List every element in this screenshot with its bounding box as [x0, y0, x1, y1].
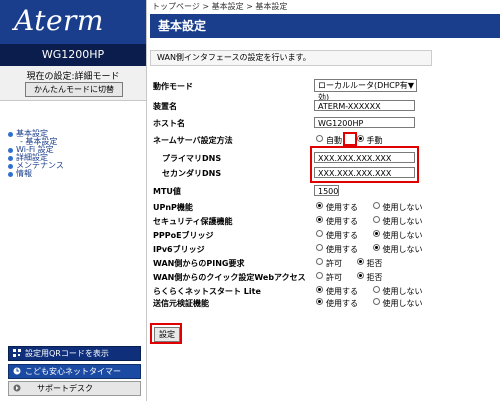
- pppoe-disable-radio[interactable]: 使用しない: [372, 230, 423, 241]
- ipv6-disable-radio[interactable]: 使用しない: [372, 244, 423, 255]
- show-qr-code-button[interactable]: 設定用QRコードを表示: [8, 346, 141, 361]
- page-title: 基本設定: [150, 14, 500, 38]
- wan-ping-deny-radio[interactable]: 拒否: [356, 258, 383, 269]
- primary-dns-label: プライマリDNS: [162, 154, 222, 163]
- wan-web-access-radios: 許可 拒否: [316, 272, 395, 283]
- operation-mode-label: 動作モード: [153, 82, 193, 91]
- logo-text: Aterm: [14, 4, 104, 37]
- dns-manual-radio[interactable]: 手動: [356, 135, 383, 146]
- qr-button-label: 設定用QRコードを表示: [25, 349, 109, 358]
- nav-info[interactable]: 情報: [8, 170, 64, 178]
- current-mode-label: 現在の設定:詳細モード: [26, 72, 120, 82]
- security-disable-radio[interactable]: 使用しない: [372, 216, 423, 227]
- upnp-enable-radio[interactable]: 使用する: [316, 202, 358, 213]
- source-verify-label: 送信元検証機能: [153, 299, 209, 308]
- clock-icon: [13, 367, 21, 375]
- ipv6-bridge-radios: 使用する 使用しない: [316, 244, 435, 255]
- page-description: WAN側インタフェースの設定を行います。: [150, 50, 432, 66]
- wan-ping-allow-radio[interactable]: 許可: [316, 258, 342, 269]
- ipv6-enable-radio[interactable]: 使用する: [316, 244, 358, 255]
- wan-ping-label: WAN側からのPING要求: [153, 259, 245, 268]
- mtu-field[interactable]: 1500: [314, 185, 339, 196]
- operation-mode-select[interactable]: ローカルルータ(DHCP有効) ▼: [314, 79, 417, 102]
- wan-web-allow-radio[interactable]: 許可: [316, 272, 342, 283]
- breadcrumb[interactable]: トップページ > 基本設定 > 基本設定: [152, 1, 287, 12]
- host-name-label: ホスト名: [153, 119, 185, 128]
- bullet-icon: [8, 132, 13, 137]
- secondary-dns-label: セカンダリDNS: [162, 169, 222, 178]
- child-net-timer-button[interactable]: こども安心ネットタイマー: [8, 364, 141, 379]
- support-button-label: サポートデスク: [37, 384, 93, 393]
- model-name: WG1200HP: [0, 44, 146, 66]
- bullet-icon: [8, 148, 13, 153]
- security-label: セキュリティ保護機能: [153, 217, 233, 226]
- bullet-icon: [8, 172, 13, 177]
- sidebar: Aterm WG1200HP 現在の設定:詳細モード かんたんモードに切替 基本…: [0, 0, 147, 401]
- qr-code-icon: [13, 349, 21, 357]
- easy-start-enable-radio[interactable]: 使用する: [316, 286, 358, 297]
- ipv6-bridge-label: IPv6ブリッジ: [153, 245, 205, 254]
- timer-button-label: こども安心ネットタイマー: [25, 367, 121, 376]
- dns-fields-highlight: [310, 146, 419, 183]
- mtu-label: MTU値: [153, 187, 181, 196]
- dns-method-label: ネームサーバ設定方法: [153, 136, 233, 145]
- upnp-label: UPnP機能: [153, 203, 193, 212]
- submit-button-highlight: [150, 323, 182, 344]
- radio-icon: [356, 135, 364, 142]
- sidebar-nav: 基本設定 - 基本設定 Wi-Fi 設定 詳細設定 メンテナンス 情報: [8, 130, 64, 178]
- chevron-down-icon: ▼: [407, 81, 414, 90]
- mode-panel: 現在の設定:詳細モード かんたんモードに切替: [0, 66, 146, 101]
- source-verify-disable-radio[interactable]: 使用しない: [372, 298, 423, 309]
- easy-start-disable-radio[interactable]: 使用しない: [372, 286, 423, 297]
- upnp-disable-radio[interactable]: 使用しない: [372, 202, 423, 213]
- easy-net-start-radios: 使用する 使用しない: [316, 286, 435, 297]
- source-verify-enable-radio[interactable]: 使用する: [316, 298, 358, 309]
- pppoe-bridge-radios: 使用する 使用しない: [316, 230, 435, 241]
- switch-easy-mode-button[interactable]: かんたんモードに切替: [25, 82, 123, 97]
- bullet-icon: [8, 156, 13, 161]
- source-verify-radios: 使用する 使用しない: [316, 298, 435, 309]
- radio-icon: [316, 135, 323, 142]
- support-desk-button[interactable]: サポートデスク: [8, 381, 141, 396]
- bullet-icon: [8, 164, 13, 169]
- upnp-radios: 使用する 使用しない: [316, 202, 435, 213]
- pppoe-enable-radio[interactable]: 使用する: [316, 230, 358, 241]
- device-name-label: 装置名: [153, 102, 177, 111]
- manual-radio-highlight: [343, 132, 357, 146]
- easy-net-start-label: らくらくネットスタート Lite: [153, 287, 261, 296]
- security-enable-radio[interactable]: 使用する: [316, 216, 358, 227]
- operation-mode-value: ローカルルータ(DHCP有効): [318, 81, 408, 102]
- aterm-logo: Aterm: [0, 0, 146, 44]
- wan-web-deny-radio[interactable]: 拒否: [356, 272, 383, 283]
- wan-web-access-label: WAN側からのクイック設定Webアクセス: [153, 273, 306, 282]
- host-name-field[interactable]: WG1200HP: [314, 117, 415, 128]
- arrow-right-icon: [13, 384, 21, 392]
- dns-auto-radio[interactable]: 自動: [316, 135, 342, 146]
- security-radios: 使用する 使用しない: [316, 216, 435, 227]
- pppoe-bridge-label: PPPoEブリッジ: [153, 231, 214, 240]
- wan-ping-radios: 許可 拒否: [316, 258, 395, 269]
- device-name-field[interactable]: ATERM-XXXXXX: [314, 100, 415, 111]
